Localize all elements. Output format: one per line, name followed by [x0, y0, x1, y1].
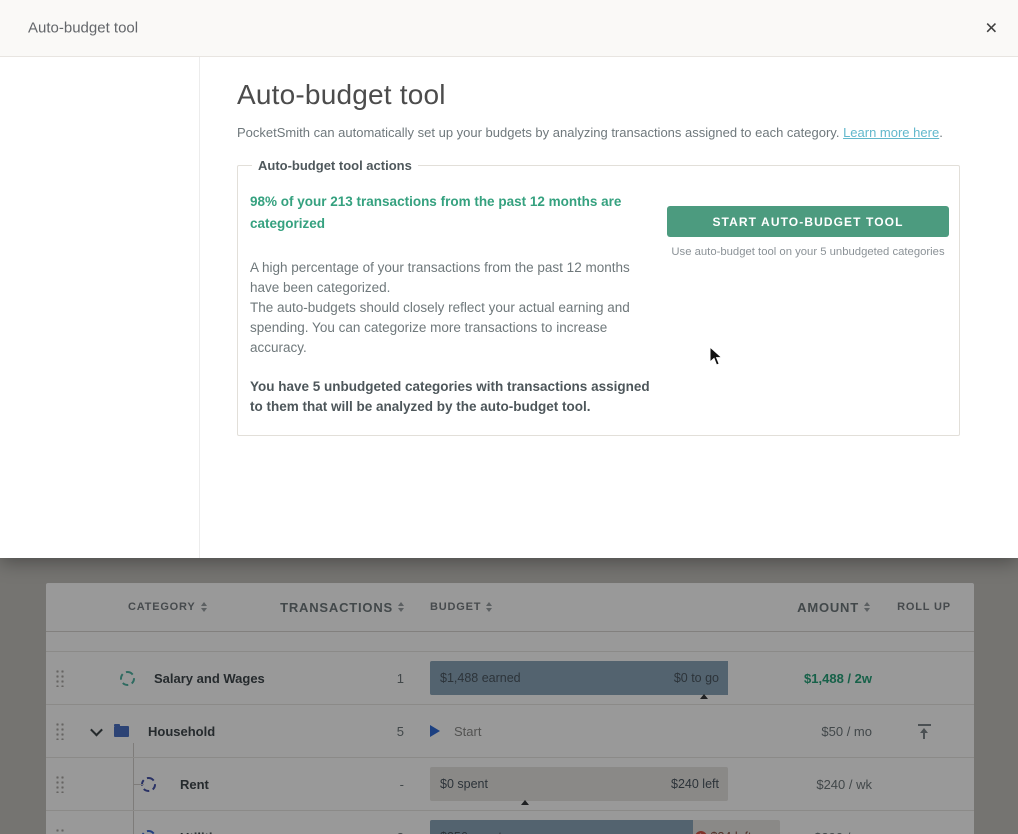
explanation-paragraph: A high percentage of your transactions f… [250, 258, 662, 298]
button-hint: Use auto-budget tool on your 5 unbudgete… [667, 246, 949, 258]
modal-content: Auto-budget tool PocketSmith can automat… [237, 57, 1018, 558]
auto-budget-modal: Auto-budget tool ✕ Auto-budget tool Pock… [0, 0, 1018, 558]
panel-legend: Auto-budget tool actions [252, 158, 418, 173]
categorization-status: 98% of your 213 transactions from the pa… [250, 191, 682, 234]
intro-sentence: PocketSmith can automatically set up you… [237, 125, 839, 140]
page-title: Auto-budget tool [237, 79, 1018, 111]
modal-body: Auto-budget tool PocketSmith can automat… [0, 57, 1018, 558]
modal-backdrop-dim[interactable] [0, 558, 1018, 834]
modal-title: Auto-budget tool [28, 20, 138, 37]
explanation-paragraph: The auto-budgets should closely reflect … [250, 298, 662, 358]
learn-more-link[interactable]: Learn more here [843, 125, 939, 140]
intro-period: . [939, 125, 943, 140]
explanation-block: A high percentage of your transactions f… [250, 258, 945, 357]
cta-block: START AUTO-BUDGET TOOL Use auto-budget t… [667, 206, 949, 258]
close-icon[interactable]: ✕ [985, 19, 998, 38]
modal-titlebar: Auto-budget tool ✕ [0, 0, 1018, 57]
modal-left-pane [0, 57, 200, 558]
unbudgeted-summary: You have 5 unbudgeted categories with tr… [250, 377, 650, 416]
auto-budget-actions-panel: Auto-budget tool actions 98% of your 213… [237, 158, 960, 436]
screen: CATEGORY TRANSACTIONS BUDGET AMOUNT ROLL… [0, 0, 1018, 834]
start-auto-budget-button[interactable]: START AUTO-BUDGET TOOL [667, 206, 949, 237]
intro-text: PocketSmith can automatically set up you… [237, 125, 1018, 140]
